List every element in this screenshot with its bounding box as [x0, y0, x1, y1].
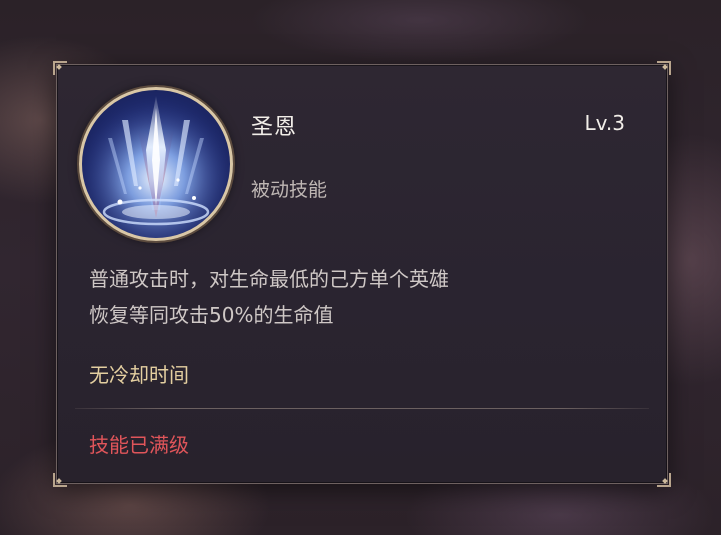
cooldown-info: 无冷却时间	[89, 363, 189, 387]
skill-level: Lv.3	[584, 111, 625, 135]
holy-light-skill-icon	[79, 87, 233, 241]
corner-ornament-bottom-right	[657, 473, 671, 487]
skill-tooltip-panel: 圣恩 Lv.3 被动技能 普通攻击时，对生命最低的己方单个英雄 恢复等同攻击50…	[53, 61, 671, 487]
skill-description-line: 普通攻击时，对生命最低的己方单个英雄	[89, 267, 449, 291]
skill-name: 圣恩	[251, 115, 298, 140]
corner-ornament-bottom-left	[53, 473, 67, 487]
skill-description-line: 恢复等同攻击50%的生命值	[89, 303, 334, 327]
max-level-notice: 技能已满级	[89, 433, 189, 457]
corner-ornament-top-left	[53, 61, 67, 75]
corner-ornament-top-right	[657, 61, 671, 75]
skill-description: 普通攻击时，对生命最低的己方单个英雄 恢复等同攻击50%的生命值	[89, 261, 649, 333]
divider	[75, 408, 649, 409]
skill-type-label: 被动技能	[251, 179, 328, 201]
